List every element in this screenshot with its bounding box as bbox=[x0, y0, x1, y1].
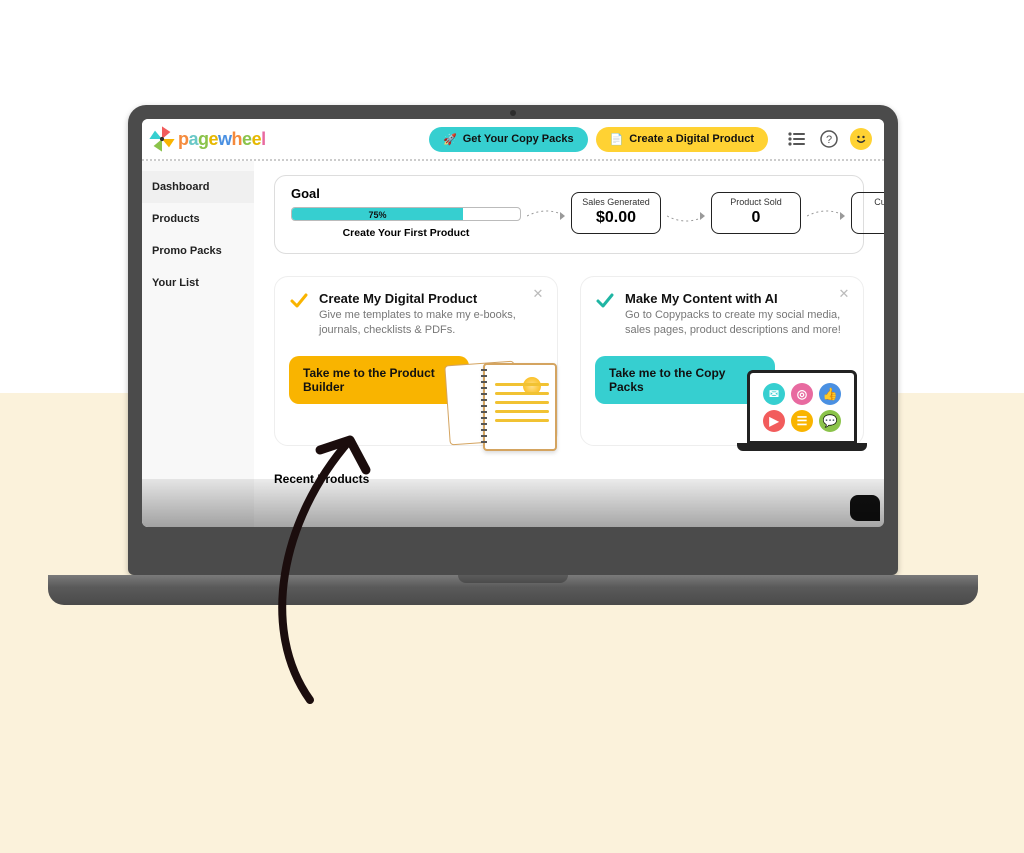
note-icon: ☰ bbox=[791, 410, 813, 432]
stat-product-sold: Product Sold 0 bbox=[711, 192, 801, 234]
close-icon[interactable]: ✕ bbox=[835, 285, 853, 303]
card-description: Go to Copypacks to create my social medi… bbox=[625, 308, 845, 338]
goal-card: Goal 75% Create Your First Product Sales… bbox=[274, 175, 864, 254]
doc-icon: 📄 bbox=[610, 133, 624, 146]
menu-icon[interactable] bbox=[786, 128, 808, 150]
goal-progress-fill: 75% bbox=[292, 208, 463, 220]
rocket-icon: 🚀 bbox=[443, 133, 457, 146]
product-builder-button[interactable]: Take me to the Product Builder bbox=[289, 356, 469, 404]
stat-label: Product Sold bbox=[722, 197, 790, 207]
mail-icon: ✉ bbox=[763, 383, 785, 405]
chat-widget-icon[interactable] bbox=[850, 495, 880, 521]
laptop-base bbox=[48, 575, 978, 605]
body: Dashboard Products Promo Packs Your List… bbox=[142, 161, 884, 527]
stat-label: Customers bbox=[862, 197, 884, 207]
app-screen: pagewheel 🚀 Get Your Copy Packs 📄 Create… bbox=[142, 119, 884, 527]
stat-label: Sales Generated bbox=[582, 197, 650, 207]
sidebar-item-promo-packs[interactable]: Promo Packs bbox=[142, 235, 254, 267]
notebook-illustration bbox=[443, 356, 563, 451]
goal-progress-bar: 75% bbox=[291, 207, 521, 221]
goal-title: Goal bbox=[291, 186, 521, 201]
instagram-icon: ◎ bbox=[791, 383, 813, 405]
checkmark-icon bbox=[595, 291, 615, 311]
brand-logo[interactable]: pagewheel bbox=[148, 125, 266, 153]
brand-text: pagewheel bbox=[178, 129, 266, 150]
smiley-icon[interactable] bbox=[850, 128, 872, 150]
stat-value: 0 bbox=[862, 209, 884, 227]
main-content: Goal 75% Create Your First Product Sales… bbox=[254, 161, 884, 527]
card-description: Give me templates to make my e-books, jo… bbox=[319, 308, 539, 338]
stat-value: 0 bbox=[722, 209, 790, 227]
connector-line bbox=[671, 198, 701, 228]
topbar: pagewheel 🚀 Get Your Copy Packs 📄 Create… bbox=[142, 119, 884, 161]
svg-text:?: ? bbox=[826, 134, 832, 146]
laptop-screen-frame: pagewheel 🚀 Get Your Copy Packs 📄 Create… bbox=[128, 105, 898, 575]
sidebar-item-your-list[interactable]: Your List bbox=[142, 267, 254, 299]
chat-icon: 💬 bbox=[819, 410, 841, 432]
goal-progress-caption: Create Your First Product bbox=[291, 227, 521, 239]
thumbs-up-icon: 👍 bbox=[819, 383, 841, 405]
create-digital-product-button[interactable]: 📄 Create a Digital Product bbox=[596, 127, 768, 152]
get-copy-packs-button[interactable]: 🚀 Get Your Copy Packs bbox=[429, 127, 588, 152]
card-make-content-ai: ✕ Make My Content with AI Go to Copypack… bbox=[580, 276, 864, 446]
help-icon[interactable]: ? bbox=[818, 128, 840, 150]
sidebar: Dashboard Products Promo Packs Your List bbox=[142, 161, 254, 527]
close-icon[interactable]: ✕ bbox=[529, 285, 547, 303]
mini-laptop-illustration: ✉ ◎ 👍 ▶ ☰ 💬 bbox=[749, 356, 869, 451]
recent-products-heading: Recent Products bbox=[274, 472, 864, 486]
camera-dot bbox=[510, 110, 516, 116]
card-title: Create My Digital Product bbox=[319, 291, 539, 306]
connector-line bbox=[531, 198, 561, 228]
action-cards-row: ✕ Create My Digital Product Give me temp… bbox=[274, 276, 864, 446]
stat-customers: Customers 0 bbox=[851, 192, 884, 234]
card-title: Make My Content with AI bbox=[625, 291, 845, 306]
goal-progress-block: Goal 75% Create Your First Product bbox=[291, 186, 521, 239]
stat-value: $0.00 bbox=[582, 209, 650, 227]
laptop-mockup: pagewheel 🚀 Get Your Copy Packs 📄 Create… bbox=[128, 105, 898, 575]
card-create-digital-product: ✕ Create My Digital Product Give me temp… bbox=[274, 276, 558, 446]
stat-sales-generated: Sales Generated $0.00 bbox=[571, 192, 661, 234]
sidebar-item-dashboard[interactable]: Dashboard bbox=[142, 171, 254, 203]
checkmark-icon bbox=[289, 291, 309, 311]
connector-line bbox=[811, 198, 841, 228]
play-icon: ▶ bbox=[763, 410, 785, 432]
button-label: Get Your Copy Packs bbox=[463, 133, 574, 145]
pinwheel-icon bbox=[148, 125, 176, 153]
sidebar-item-products[interactable]: Products bbox=[142, 203, 254, 235]
topbar-icons: ? bbox=[786, 128, 872, 150]
button-label: Create a Digital Product bbox=[629, 133, 754, 145]
